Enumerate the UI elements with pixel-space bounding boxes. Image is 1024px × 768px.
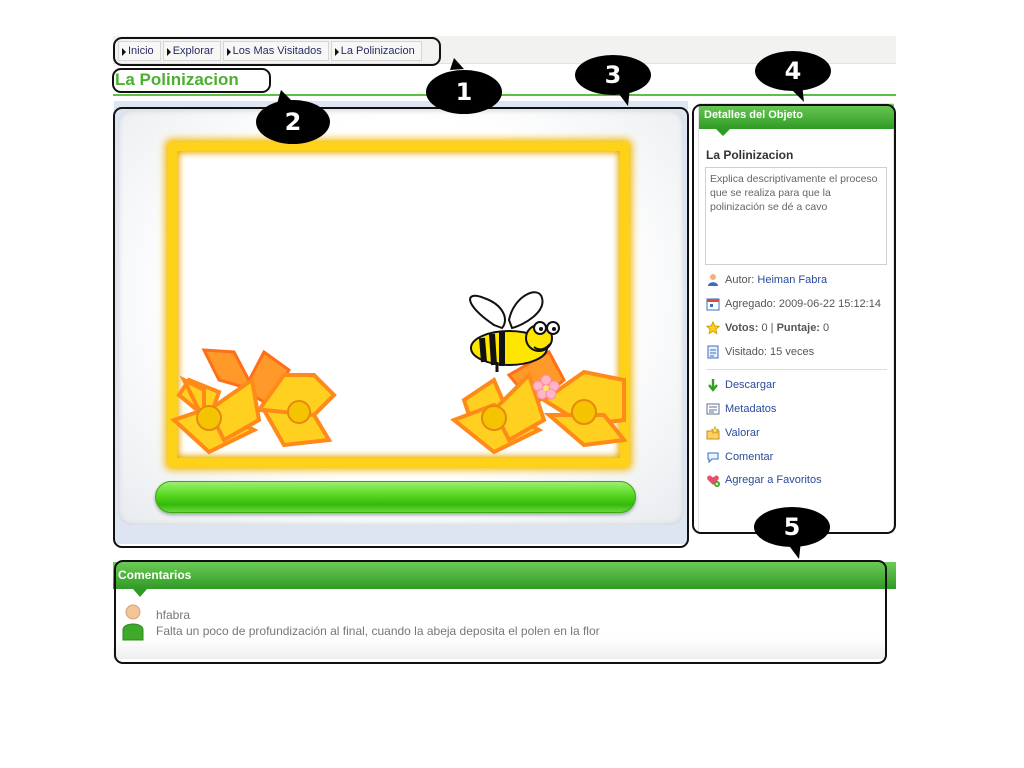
annotation-outline-player [113, 107, 689, 548]
annotation-outline-comments [114, 560, 887, 664]
callout-marker-2: 2 [255, 90, 335, 146]
callout-marker-3: 3 [572, 54, 654, 108]
annotation-outline-title [112, 68, 271, 93]
callout-marker-4: 4 [752, 50, 834, 104]
callout-marker-1: 1 [424, 58, 504, 116]
callout-marker-5: 5 [751, 505, 833, 561]
annotation-outline-details [692, 104, 896, 534]
annotation-outline-breadcrumb [113, 37, 441, 66]
